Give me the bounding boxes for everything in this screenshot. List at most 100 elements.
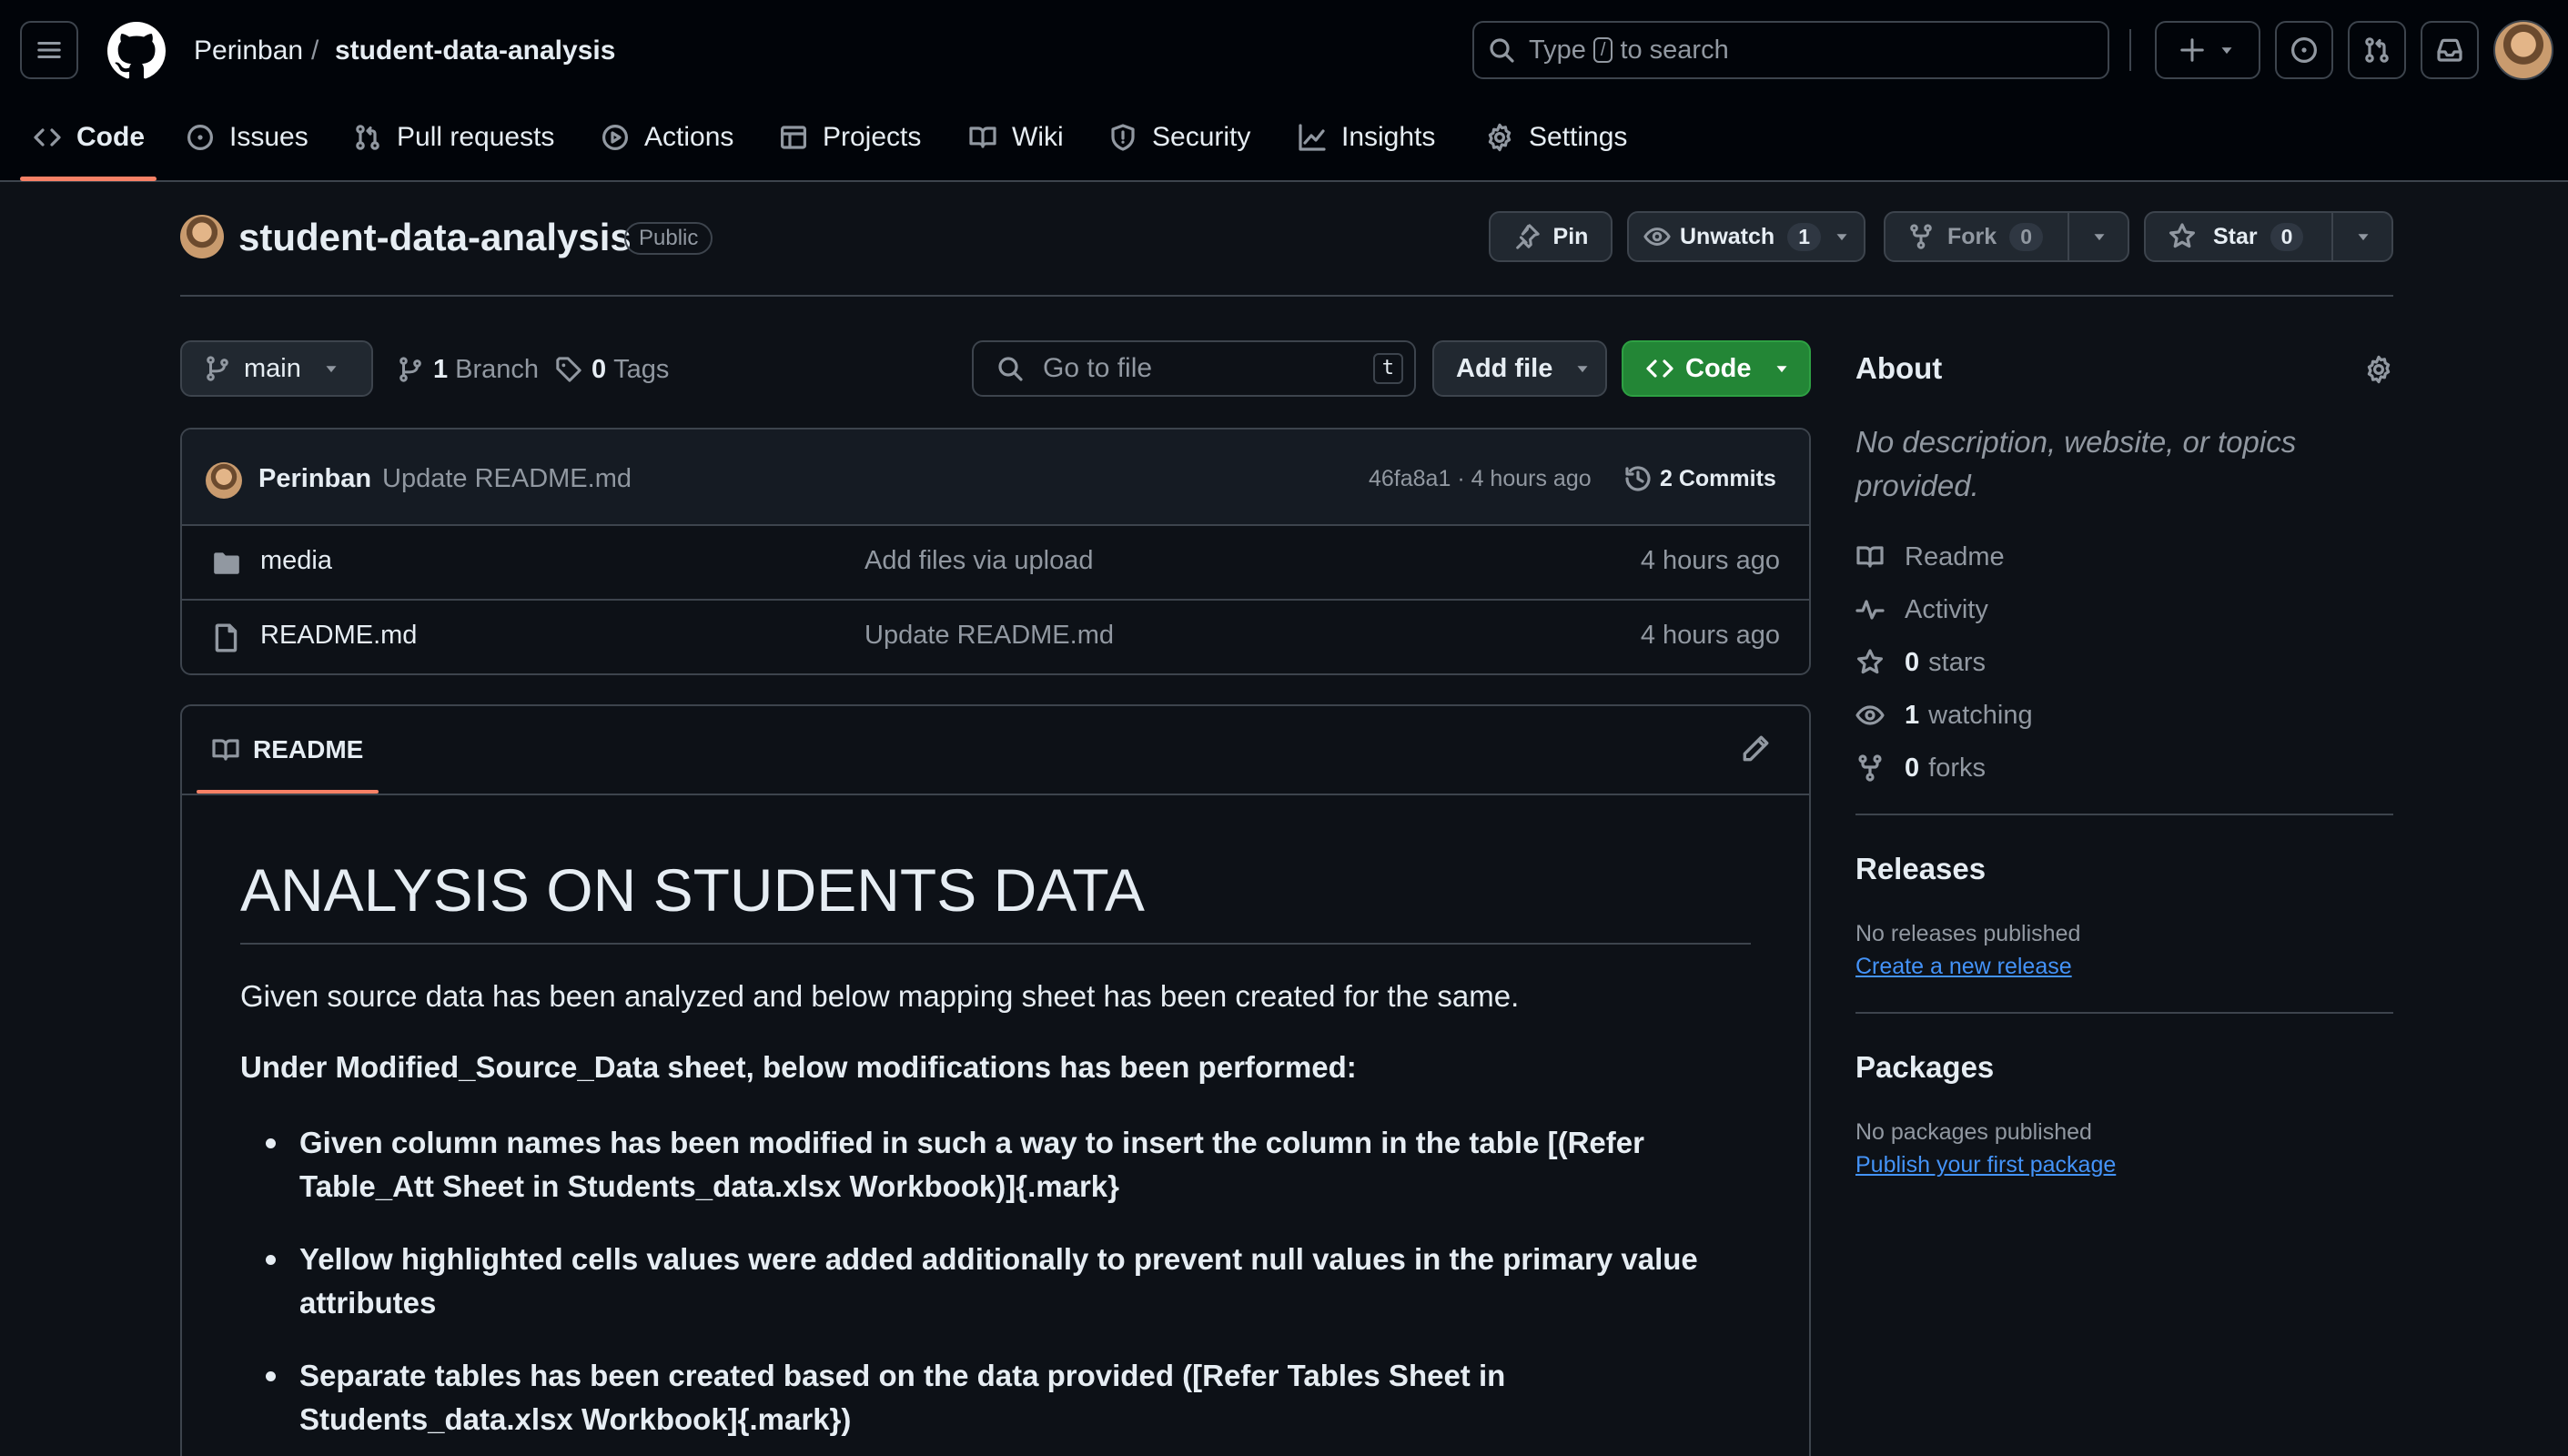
branches-count: 1 [433,354,449,384]
issues-button[interactable] [2275,21,2333,79]
plus-icon [2180,38,2204,62]
tab-actions-label: Actions [644,122,734,152]
repo-forked-icon [1910,224,1932,249]
publish-package-link[interactable]: Publish your first package [1855,1152,2116,1178]
menu-button[interactable] [20,21,78,79]
commit-hash-time[interactable]: 46fa8a1 · 4 hours ago [1369,466,1592,492]
forks-link[interactable]: 0 forks [1855,750,1986,786]
fork-label: Fork [1947,223,1997,249]
tab-code-label: Code [76,122,145,152]
star-button[interactable]: Star 0 [2144,211,2393,262]
file-row-media[interactable]: media Add files via upload 4 hours ago [182,526,1809,601]
pin-button[interactable]: Pin [1489,211,1613,262]
pulse-icon [1855,600,1885,620]
go-to-file-input[interactable]: Go to file t [972,340,1416,397]
tab-security[interactable]: Security [1108,116,1250,158]
commit-message[interactable]: Update README.md [382,464,632,494]
tags-link[interactable]: 0 Tags [555,351,669,388]
global-search-input[interactable]: Type / to search [1472,21,2109,79]
add-file-label: Add file [1456,353,1553,383]
tab-settings-label: Settings [1529,122,1628,152]
readme-title-rule [240,943,1751,945]
tab-issues[interactable]: Issues [186,116,308,158]
code-dropdown-button[interactable]: Code [1622,340,1811,397]
file-commit-message[interactable]: Add files via upload [864,546,1094,576]
stars-count: 0 [1905,647,1920,677]
tab-wiki[interactable]: Wiki [968,116,1064,158]
repo-title[interactable]: student-data-analysis [238,215,632,260]
file-browser: Perinban Update README.md 46fa8a1 · 4 ho… [180,428,1811,675]
branches-link[interactable]: 1 Branch [397,351,539,388]
commits-history-link[interactable]: 2 Commits [1623,462,1776,495]
create-new-button[interactable] [2155,21,2260,79]
readme-link[interactable]: Readme [1855,539,2005,575]
git-branch-icon [207,356,228,381]
git-pull-request-icon [2365,37,2389,63]
tab-projects[interactable]: Projects [779,116,921,158]
pull-requests-button[interactable] [2348,21,2406,79]
tab-insights[interactable]: Insights [1298,116,1435,158]
search-suffix: to search [1620,35,1729,65]
readme-paragraph: Given source data has been analyzed and … [240,979,1520,1013]
watch-count: 1 [1787,222,1821,251]
packages-heading[interactable]: Packages [1855,1050,1994,1085]
tab-settings[interactable]: Settings [1485,116,1627,158]
sidebar-divider [1855,1012,2393,1014]
file-commit-message[interactable]: Update README.md [864,621,1114,651]
caret-down-icon[interactable] [2089,227,2109,247]
readme-tab[interactable]: README [211,733,363,766]
latest-commit-bar: Perinban Update README.md 46fa8a1 · 4 ho… [182,430,1809,526]
unwatch-label: Unwatch [1680,223,1775,249]
branch-select-button[interactable]: main [180,340,373,397]
inbox-icon [2437,38,2462,62]
about-description: No description, website, or topics provi… [1855,425,2297,502]
create-release-link[interactable]: Create a new release [1855,954,2072,980]
unwatch-button[interactable]: Unwatch 1 [1627,211,1865,262]
pin-icon [1515,224,1540,249]
git-pull-request-icon [356,125,379,150]
releases-heading[interactable]: Releases [1855,852,1986,886]
watching-count: 1 [1905,700,1920,730]
gear-icon[interactable] [2364,355,2393,384]
star-icon [1857,649,1883,674]
user-avatar[interactable] [2493,20,2553,80]
stars-link[interactable]: 0 stars [1855,644,1986,681]
table-icon [780,126,806,149]
fork-button[interactable]: Fork 0 [1884,211,2129,262]
history-icon [1625,466,1651,491]
gear-icon [1488,123,1511,152]
notifications-button[interactable] [2421,21,2479,79]
folder-icon [214,552,239,574]
tag-icon [556,357,581,382]
file-name[interactable]: media [260,546,332,576]
activity-link[interactable]: Activity [1855,592,1988,628]
owner-avatar[interactable] [180,215,224,258]
repo-header-divider [180,295,2393,297]
readme-bullet: Yellow highlighted cells values were add… [299,1242,1698,1320]
sidebar-divider [1855,814,2393,815]
commit-author-avatar[interactable] [206,462,242,499]
star-split-divider [2331,213,2333,260]
forks-count: 0 [1905,753,1920,783]
fork-split-divider [2068,213,2069,260]
tab-pull-requests[interactable]: Pull requests [353,116,554,158]
watching-link[interactable]: 1 watching [1855,697,2033,733]
github-logo-icon[interactable] [107,22,166,80]
caret-down-icon [2221,47,2232,55]
commit-author[interactable]: Perinban [258,464,371,494]
caret-down-icon[interactable] [2353,227,2373,247]
breadcrumb-repo[interactable]: student-data-analysis [335,33,615,69]
breadcrumb-owner[interactable]: Perinban [194,33,303,69]
star-count: 0 [2270,222,2304,251]
search-shortcut-key: / [1592,37,1613,63]
active-tab-indicator [20,177,157,181]
add-file-button[interactable]: Add file [1432,340,1607,397]
tab-issues-label: Issues [229,122,308,152]
pencil-icon[interactable] [1740,733,1771,764]
tab-code[interactable]: Code [33,116,145,158]
hamburger-icon [37,42,61,58]
tab-actions[interactable]: Actions [601,116,733,158]
play-icon [602,125,628,150]
file-row-readme[interactable]: README.md Update README.md 4 hours ago [182,601,1809,673]
file-name[interactable]: README.md [260,621,417,651]
